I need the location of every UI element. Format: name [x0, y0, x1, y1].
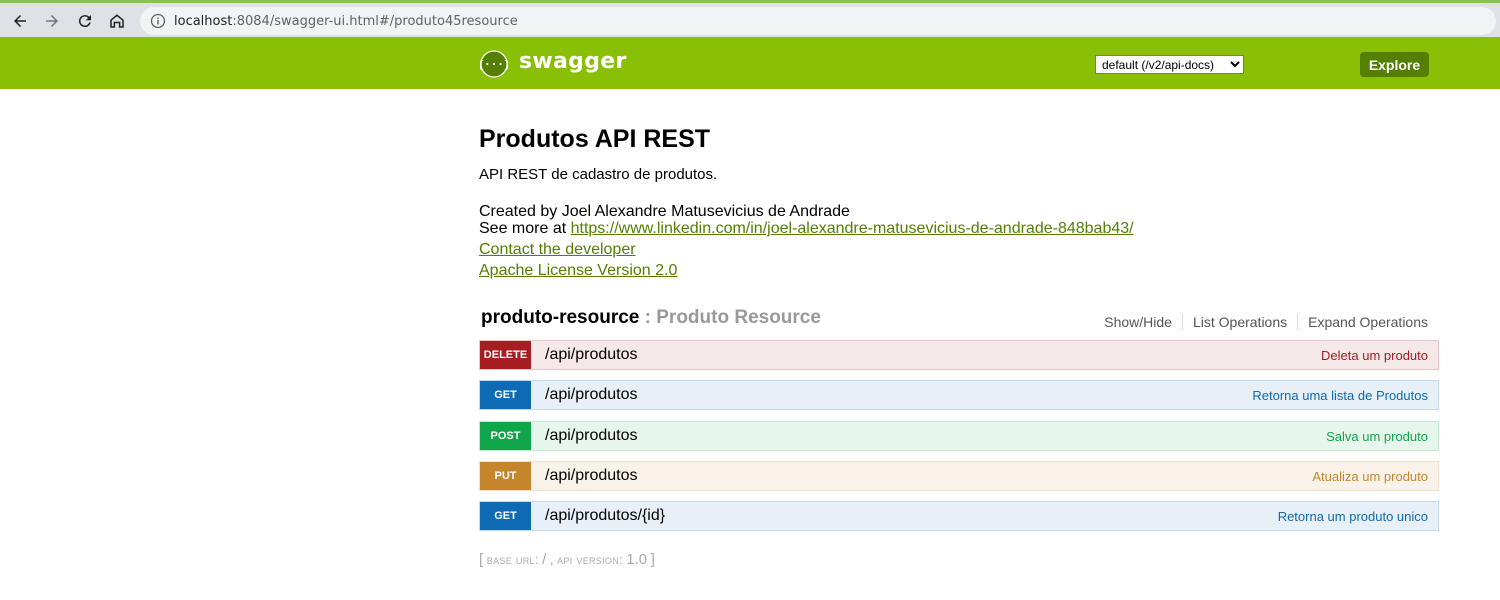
contact-developer-link[interactable]: Contact the developer [479, 241, 636, 258]
base-url-value: / [542, 551, 547, 568]
resource-heading[interactable]: produto-resource : Produto Resource [481, 307, 821, 329]
method-badge[interactable]: GET [480, 502, 531, 530]
arrow-left-icon [14, 15, 26, 27]
api-see-more: See more at https://www.linkedin.com/in/… [479, 220, 1134, 238]
method-badge[interactable]: GET [480, 381, 531, 409]
reload-icon [78, 15, 91, 28]
open-bracket: [ [479, 551, 484, 568]
method-badge[interactable]: PUT [480, 462, 531, 490]
resource-separator: : [639, 307, 657, 328]
url-text: localhost:8084/swagger-ui.html#/produto4… [174, 14, 518, 29]
operation-get-produto-by-id[interactable]: GET /api/produtos/{id} Retorna um produt… [479, 501, 1439, 531]
linkedin-link[interactable]: https://www.linkedin.com/in/joel-alexand… [571, 220, 1134, 237]
close-bracket: ] [650, 551, 655, 568]
operation-summary[interactable]: Retorna uma lista de Produtos [1252, 388, 1428, 403]
operation-get-produtos[interactable]: GET /api/produtos Retorna uma lista de P… [479, 380, 1439, 410]
operation-path[interactable]: /api/produtos [545, 467, 638, 485]
operation-summary[interactable]: Deleta um produto [1321, 348, 1428, 363]
method-badge[interactable]: POST [480, 422, 531, 450]
list-operations-link[interactable]: List Operations [1181, 314, 1297, 330]
operation-path[interactable]: /api/produtos [545, 346, 638, 364]
see-more-prefix: See more at [479, 220, 571, 237]
method-badge[interactable]: DELETE [480, 341, 531, 369]
api-version-label: api version [557, 552, 620, 567]
info-icon[interactable] [150, 13, 166, 29]
explore-button[interactable]: Explore [1360, 52, 1429, 77]
resource-description: Produto Resource [656, 307, 821, 328]
license-row: Apache License Version 2.0 [479, 262, 677, 280]
back-button[interactable] [8, 9, 32, 33]
arrow-right-icon [46, 15, 58, 27]
operation-path[interactable]: /api/produtos [545, 427, 638, 445]
operation-path[interactable]: /api/produtos [545, 386, 638, 404]
operation-summary[interactable]: Salva um produto [1326, 429, 1428, 444]
operation-post-produtos[interactable]: POST /api/produtos Salva um produto [479, 421, 1439, 451]
home-button[interactable] [105, 9, 129, 33]
swagger-logo-text[interactable]: swagger [519, 49, 627, 74]
expand-operations-link[interactable]: Expand Operations [1297, 314, 1428, 330]
operation-summary[interactable]: Atualiza um produto [1312, 469, 1428, 484]
api-spec-select[interactable]: default (/v2/api-docs) [1095, 55, 1244, 74]
contact-row: Contact the developer [479, 241, 636, 259]
api-description: API REST de cadastro de produtos. [479, 166, 718, 183]
browser-toolbar: localhost:8084/swagger-ui.html#/produto4… [0, 0, 1500, 37]
reload-button[interactable] [73, 9, 97, 33]
operation-delete-produtos[interactable]: DELETE /api/produtos Deleta um produto [479, 340, 1439, 370]
forward-button[interactable] [40, 9, 64, 33]
base-url-info: [ base url: / , api version: 1.0 ] [479, 551, 655, 568]
base-url-label: base url [486, 552, 535, 567]
url-path: :8084/swagger-ui.html#/produto45resource [232, 13, 518, 29]
swagger-header: {···} swagger default (/v2/api-docs) Exp… [0, 37, 1500, 89]
swagger-logo-icon[interactable]: {···} [480, 50, 508, 78]
api-created-by: Created by Joel Alexandre Matusevicius d… [479, 203, 850, 220]
svg-text:{···}: {···} [480, 58, 508, 71]
operation-summary[interactable]: Retorna um produto unico [1278, 509, 1428, 524]
api-version-value: 1.0 [626, 551, 648, 568]
api-title: Produtos API REST [479, 125, 711, 153]
resource-options: Show/Hide List Operations Expand Operati… [1094, 314, 1428, 330]
address-bar[interactable]: localhost:8084/swagger-ui.html#/produto4… [140, 7, 1496, 35]
operation-path[interactable]: /api/produtos/{id} [545, 507, 665, 525]
url-host: localhost [174, 13, 233, 29]
license-link[interactable]: Apache License Version 2.0 [479, 262, 677, 279]
home-icon [110, 14, 124, 28]
resource-name[interactable]: produto-resource [481, 307, 639, 328]
operation-put-produtos[interactable]: PUT /api/produtos Atualiza um produto [479, 461, 1439, 491]
show-hide-link[interactable]: Show/Hide [1094, 314, 1182, 330]
